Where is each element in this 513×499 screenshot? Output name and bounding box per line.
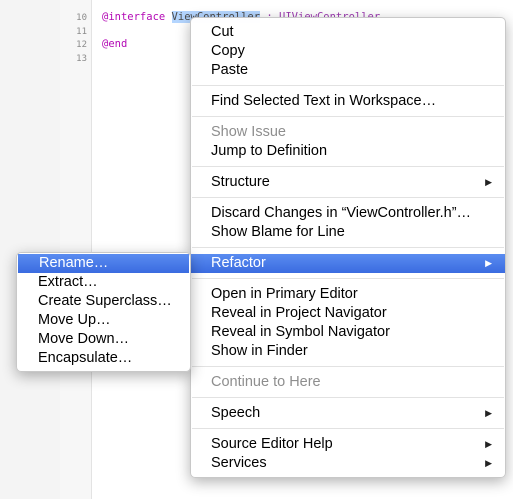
menu-item-open-in-primary-editor[interactable]: Open in Primary Editor bbox=[191, 285, 505, 304]
menu-item-label: Open in Primary Editor bbox=[211, 286, 358, 302]
menu-separator bbox=[192, 197, 504, 198]
menu-item-show-blame[interactable]: Show Blame for Line bbox=[191, 223, 505, 242]
menu-separator bbox=[192, 247, 504, 248]
menu-item-label: Encapsulate… bbox=[38, 350, 133, 366]
menu-item-label: Reveal in Symbol Navigator bbox=[211, 324, 390, 340]
menu-item-structure[interactable]: Structure ▶ bbox=[191, 173, 505, 192]
submenu-item-encapsulate[interactable]: Encapsulate… bbox=[17, 349, 190, 368]
menu-item-paste[interactable]: Paste bbox=[191, 61, 505, 80]
menu-item-label: Services bbox=[211, 455, 267, 471]
code-line-end[interactable]: @end bbox=[102, 38, 127, 50]
menu-separator bbox=[192, 428, 504, 429]
menu-item-label: Jump to Definition bbox=[211, 143, 328, 159]
submenu-item-move-down[interactable]: Move Down… bbox=[17, 330, 190, 349]
menu-item-label: Rename… bbox=[39, 255, 109, 271]
submenu-item-rename[interactable]: Rename… bbox=[18, 254, 189, 273]
menu-item-label: Structure bbox=[211, 174, 270, 190]
submenu-arrow-icon: ▶ bbox=[485, 458, 492, 468]
menu-item-label: Show Issue bbox=[211, 124, 286, 140]
submenu-item-extract[interactable]: Extract… bbox=[17, 273, 190, 292]
line-number: 12 bbox=[76, 40, 87, 50]
line-number: 10 bbox=[76, 13, 87, 23]
menu-item-label: Discard Changes in “ViewController.h”… bbox=[211, 205, 472, 221]
navigator-edge bbox=[0, 0, 61, 499]
menu-item-reveal-in-symbol-navigator[interactable]: Reveal in Symbol Navigator bbox=[191, 323, 505, 342]
interface-keyword: @interface bbox=[102, 11, 166, 23]
menu-item-label: Show Blame for Line bbox=[211, 224, 345, 240]
menu-item-reveal-in-project-navigator[interactable]: Reveal in Project Navigator bbox=[191, 304, 505, 323]
menu-item-label: Copy bbox=[211, 43, 245, 59]
line-number-gutter: 10 11 12 13 bbox=[60, 0, 92, 499]
menu-item-jump-to-definition[interactable]: Jump to Definition bbox=[191, 142, 505, 161]
menu-item-label: Move Up… bbox=[38, 312, 111, 328]
menu-item-label: Source Editor Help bbox=[211, 436, 333, 452]
menu-item-show-in-finder[interactable]: Show in Finder bbox=[191, 342, 505, 361]
menu-separator bbox=[192, 278, 504, 279]
menu-item-source-editor-help[interactable]: Source Editor Help ▶ bbox=[191, 435, 505, 454]
menu-item-cut[interactable]: Cut bbox=[191, 23, 505, 42]
submenu-arrow-icon: ▶ bbox=[485, 408, 492, 418]
menu-item-label: Find Selected Text in Workspace… bbox=[211, 93, 437, 109]
submenu-arrow-icon: ▶ bbox=[485, 439, 492, 449]
menu-item-refactor[interactable]: Refactor ▶ bbox=[191, 254, 505, 273]
menu-item-label: Move Down… bbox=[38, 331, 130, 347]
menu-item-label: Reveal in Project Navigator bbox=[211, 305, 387, 321]
menu-item-services[interactable]: Services ▶ bbox=[191, 454, 505, 473]
context-menu: Cut Copy Paste Find Selected Text in Wor… bbox=[190, 17, 506, 478]
refactor-submenu: Rename… Extract… Create Superclass… Move… bbox=[16, 252, 191, 372]
menu-separator bbox=[192, 397, 504, 398]
submenu-arrow-icon: ▶ bbox=[485, 177, 492, 187]
submenu-item-move-up[interactable]: Move Up… bbox=[17, 311, 190, 330]
menu-item-label: Extract… bbox=[38, 274, 98, 290]
menu-item-label: Show in Finder bbox=[211, 343, 308, 359]
menu-item-label: Refactor bbox=[211, 255, 266, 271]
menu-item-speech[interactable]: Speech ▶ bbox=[191, 404, 505, 423]
line-number: 11 bbox=[76, 27, 87, 37]
menu-item-label: Speech bbox=[211, 405, 261, 421]
menu-item-find-selected-text[interactable]: Find Selected Text in Workspace… bbox=[191, 92, 505, 111]
submenu-arrow-icon: ▶ bbox=[485, 258, 492, 268]
menu-item-label: Create Superclass… bbox=[38, 293, 172, 309]
menu-item-label: Continue to Here bbox=[211, 374, 321, 390]
menu-item-show-issue: Show Issue bbox=[191, 123, 505, 142]
menu-item-label: Cut bbox=[211, 24, 234, 40]
line-number: 13 bbox=[76, 54, 87, 64]
menu-separator bbox=[192, 166, 504, 167]
menu-separator bbox=[192, 85, 504, 86]
submenu-item-create-superclass[interactable]: Create Superclass… bbox=[17, 292, 190, 311]
menu-item-continue-to-here: Continue to Here bbox=[191, 373, 505, 392]
menu-item-label: Paste bbox=[211, 62, 249, 78]
menu-item-copy[interactable]: Copy bbox=[191, 42, 505, 61]
end-keyword: @end bbox=[102, 38, 128, 50]
menu-item-discard-changes[interactable]: Discard Changes in “ViewController.h”… bbox=[191, 204, 505, 223]
menu-separator bbox=[192, 366, 504, 367]
menu-separator bbox=[192, 116, 504, 117]
